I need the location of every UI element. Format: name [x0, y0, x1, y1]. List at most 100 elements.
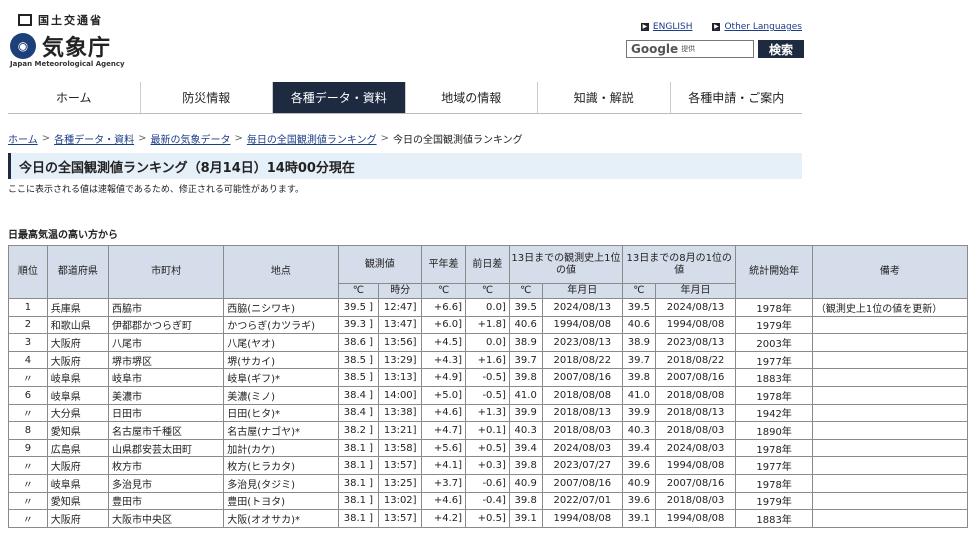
unit-date: 年月日	[541, 283, 624, 299]
cell-h-val: 40.6	[508, 315, 543, 335]
nav-regional-info[interactable]: 地域の情報	[404, 82, 538, 113]
nav-home[interactable]: ホーム	[8, 82, 140, 113]
cell-time: 13:56]	[378, 333, 423, 352]
cell-rank: 6	[8, 385, 48, 405]
table-row: 〃愛知県 豊田市 豊田(トヨタ) 38.1 ] 13:02] +4.6] -0.4] 39.8…	[8, 491, 969, 511]
cell-point: 日田(ヒタ)*	[223, 403, 339, 423]
header-record-hist: 13日までの観測史上1位の値	[508, 245, 624, 284]
cell-point: 加計(カケ)	[223, 438, 339, 458]
table-row: 1 兵庫県 西脇市 西脇(ニシワキ) 39.5 ] 12:47] +6.6] 0.0] 39.5…	[8, 298, 969, 317]
cell-a-val: 39.6	[622, 491, 656, 511]
cell-prev: +1.8]	[465, 315, 510, 335]
cell-a-val: 38.9	[622, 333, 656, 352]
cell-h-date: 1994/08/08	[541, 509, 624, 528]
cell-start: 1942年	[735, 403, 813, 423]
cell-pref: 岐阜県	[46, 385, 109, 405]
cell-city: 八尾市	[107, 333, 225, 352]
cell-h-date: 2007/08/16	[541, 473, 624, 493]
agency-english-name: Japan Meteorological Agency	[10, 60, 125, 68]
search-button[interactable]: 検索	[758, 40, 804, 58]
cell-pref: 大阪府	[46, 509, 109, 528]
cell-city: 西脇市	[107, 298, 225, 317]
table-row: 〃岐阜県 岐阜市 岐阜(ギフ)* 38.5 ] 13:13] +4.9] -0.5] 39.8…	[8, 368, 969, 387]
cell-a-date: 2018/08/03	[654, 421, 737, 440]
cell-point: 名古屋(ナゴヤ)*	[223, 421, 339, 440]
cell-a-date: 2018/08/03	[654, 491, 737, 511]
cell-time: 13:29]	[378, 350, 423, 370]
cell-a-date: 2018/08/13	[654, 403, 737, 423]
cell-normal: +6.6]	[421, 298, 466, 317]
cell-val: 38.1 ]	[337, 509, 380, 528]
cell-start: 1883年	[735, 368, 813, 387]
cell-h-val: 39.4	[508, 438, 543, 458]
cell-a-val: 39.7	[622, 350, 656, 370]
cell-pref: 岐阜県	[46, 473, 109, 493]
cell-start: 1890年	[735, 421, 813, 440]
cell-start: 1978年	[735, 385, 813, 405]
cell-rank: 〃	[8, 509, 48, 528]
header-start-year: 統計開始年	[735, 245, 813, 299]
chevron-right-icon: >	[234, 133, 243, 144]
cell-city: 伊都郡かつらぎ町	[107, 315, 225, 335]
cell-city: 豊田市	[107, 491, 225, 511]
search-input[interactable]: Google 提供	[626, 40, 754, 58]
cell-prev: -0.5]	[465, 385, 510, 405]
nav-knowledge[interactable]: 知識・解説	[537, 82, 670, 113]
cell-a-date: 2024/08/13	[654, 298, 737, 317]
table-row: 6 岐阜県 美濃市 美濃(ミノ) 38.4 ] 14:00] +5.0] -0.5] 41.0 2…	[8, 385, 969, 405]
nav-applications[interactable]: 各種申請・ご案内	[669, 82, 803, 113]
breadcrumb-latest-data[interactable]: 最新の気象データ	[150, 131, 230, 146]
cell-val: 38.5 ]	[337, 368, 380, 387]
breadcrumb-daily-ranking[interactable]: 毎日の全国観測値ランキング	[247, 131, 377, 146]
cell-h-val: 41.0	[508, 385, 543, 405]
chevron-right-icon: >	[138, 133, 147, 144]
cell-a-val: 39.5	[622, 298, 656, 317]
cell-a-date: 1994/08/08	[654, 509, 737, 528]
cell-note	[811, 333, 969, 352]
ministry-emblem-icon	[18, 14, 32, 26]
cell-rank: 1	[8, 298, 48, 317]
breadcrumb-data[interactable]: 各種データ・資料	[54, 131, 134, 146]
breadcrumb: ホーム > 各種データ・資料 > 最新の気象データ > 毎日の全国観測値ランキング > …	[8, 131, 523, 146]
cell-prev: +0.1]	[465, 421, 510, 440]
cell-pref: 広島県	[46, 438, 109, 458]
cell-rank: 〃	[8, 491, 48, 511]
table-row: 9 広島県 山県郡安芸太田町 加計(カケ) 38.1 ] 13:58] +5.6] +0.5]…	[8, 438, 969, 458]
cell-normal: +4.5]	[421, 333, 466, 352]
cell-prev: +0.5]	[465, 438, 510, 458]
cell-h-val: 39.7	[508, 350, 543, 370]
cell-time: 13:47]	[378, 315, 423, 335]
cell-normal: +4.7]	[421, 421, 466, 440]
cell-city: 山県郡安芸太田町	[107, 438, 225, 458]
cell-start: 1978年	[735, 473, 813, 493]
preliminary-notice: ここに表示される値は速報値であるため、修正される可能性があります。	[8, 185, 305, 195]
cell-city: 大阪市中央区	[107, 509, 225, 528]
cell-note	[811, 438, 969, 458]
agency-logo[interactable]: ◉ 気象庁	[10, 30, 111, 62]
nav-data[interactable]: 各種データ・資料	[272, 82, 405, 113]
table-row: 〃大阪府 大阪市中央区 大阪(オオサカ)* 38.1 ] 13:57] +4.2] +0.5…	[8, 509, 969, 528]
cell-normal: +4.6]	[421, 403, 466, 423]
ministry-logo[interactable]: 国土交通省	[18, 12, 103, 28]
cell-point: 枚方(ヒラカタ)	[223, 456, 339, 475]
cell-h-date: 2024/08/03	[541, 438, 624, 458]
english-link[interactable]: ▶ ENGLISH	[640, 22, 692, 32]
jma-emblem-icon: ◉	[10, 33, 36, 59]
cell-pref: 大阪府	[46, 350, 109, 370]
cell-h-date: 2023/07/27	[541, 456, 624, 475]
cell-h-val: 39.8	[508, 491, 543, 511]
breadcrumb-home[interactable]: ホーム	[8, 131, 38, 146]
cell-city: 枚方市	[107, 456, 225, 475]
header-rank: 順位	[8, 245, 48, 299]
cell-a-date: 2007/08/16	[654, 473, 737, 493]
cell-normal: +4.9]	[421, 368, 466, 387]
cell-h-date: 2018/08/08	[541, 385, 624, 405]
other-languages-link[interactable]: ▶ Other Languages	[712, 22, 802, 32]
cell-city: 堺市堺区	[107, 350, 225, 370]
cell-val: 39.5 ]	[337, 298, 380, 317]
table-row: 4 大阪府 堺市堺区 堺(サカイ) 38.5 ] 13:29] +4.3] +1.6] 39.7…	[8, 350, 969, 370]
section-title: 日最高気温の高い方から	[8, 230, 118, 241]
nav-disaster-info[interactable]: 防災情報	[139, 82, 273, 113]
cell-city: 名古屋市千種区	[107, 421, 225, 440]
unit-celsius: ℃	[337, 283, 380, 299]
